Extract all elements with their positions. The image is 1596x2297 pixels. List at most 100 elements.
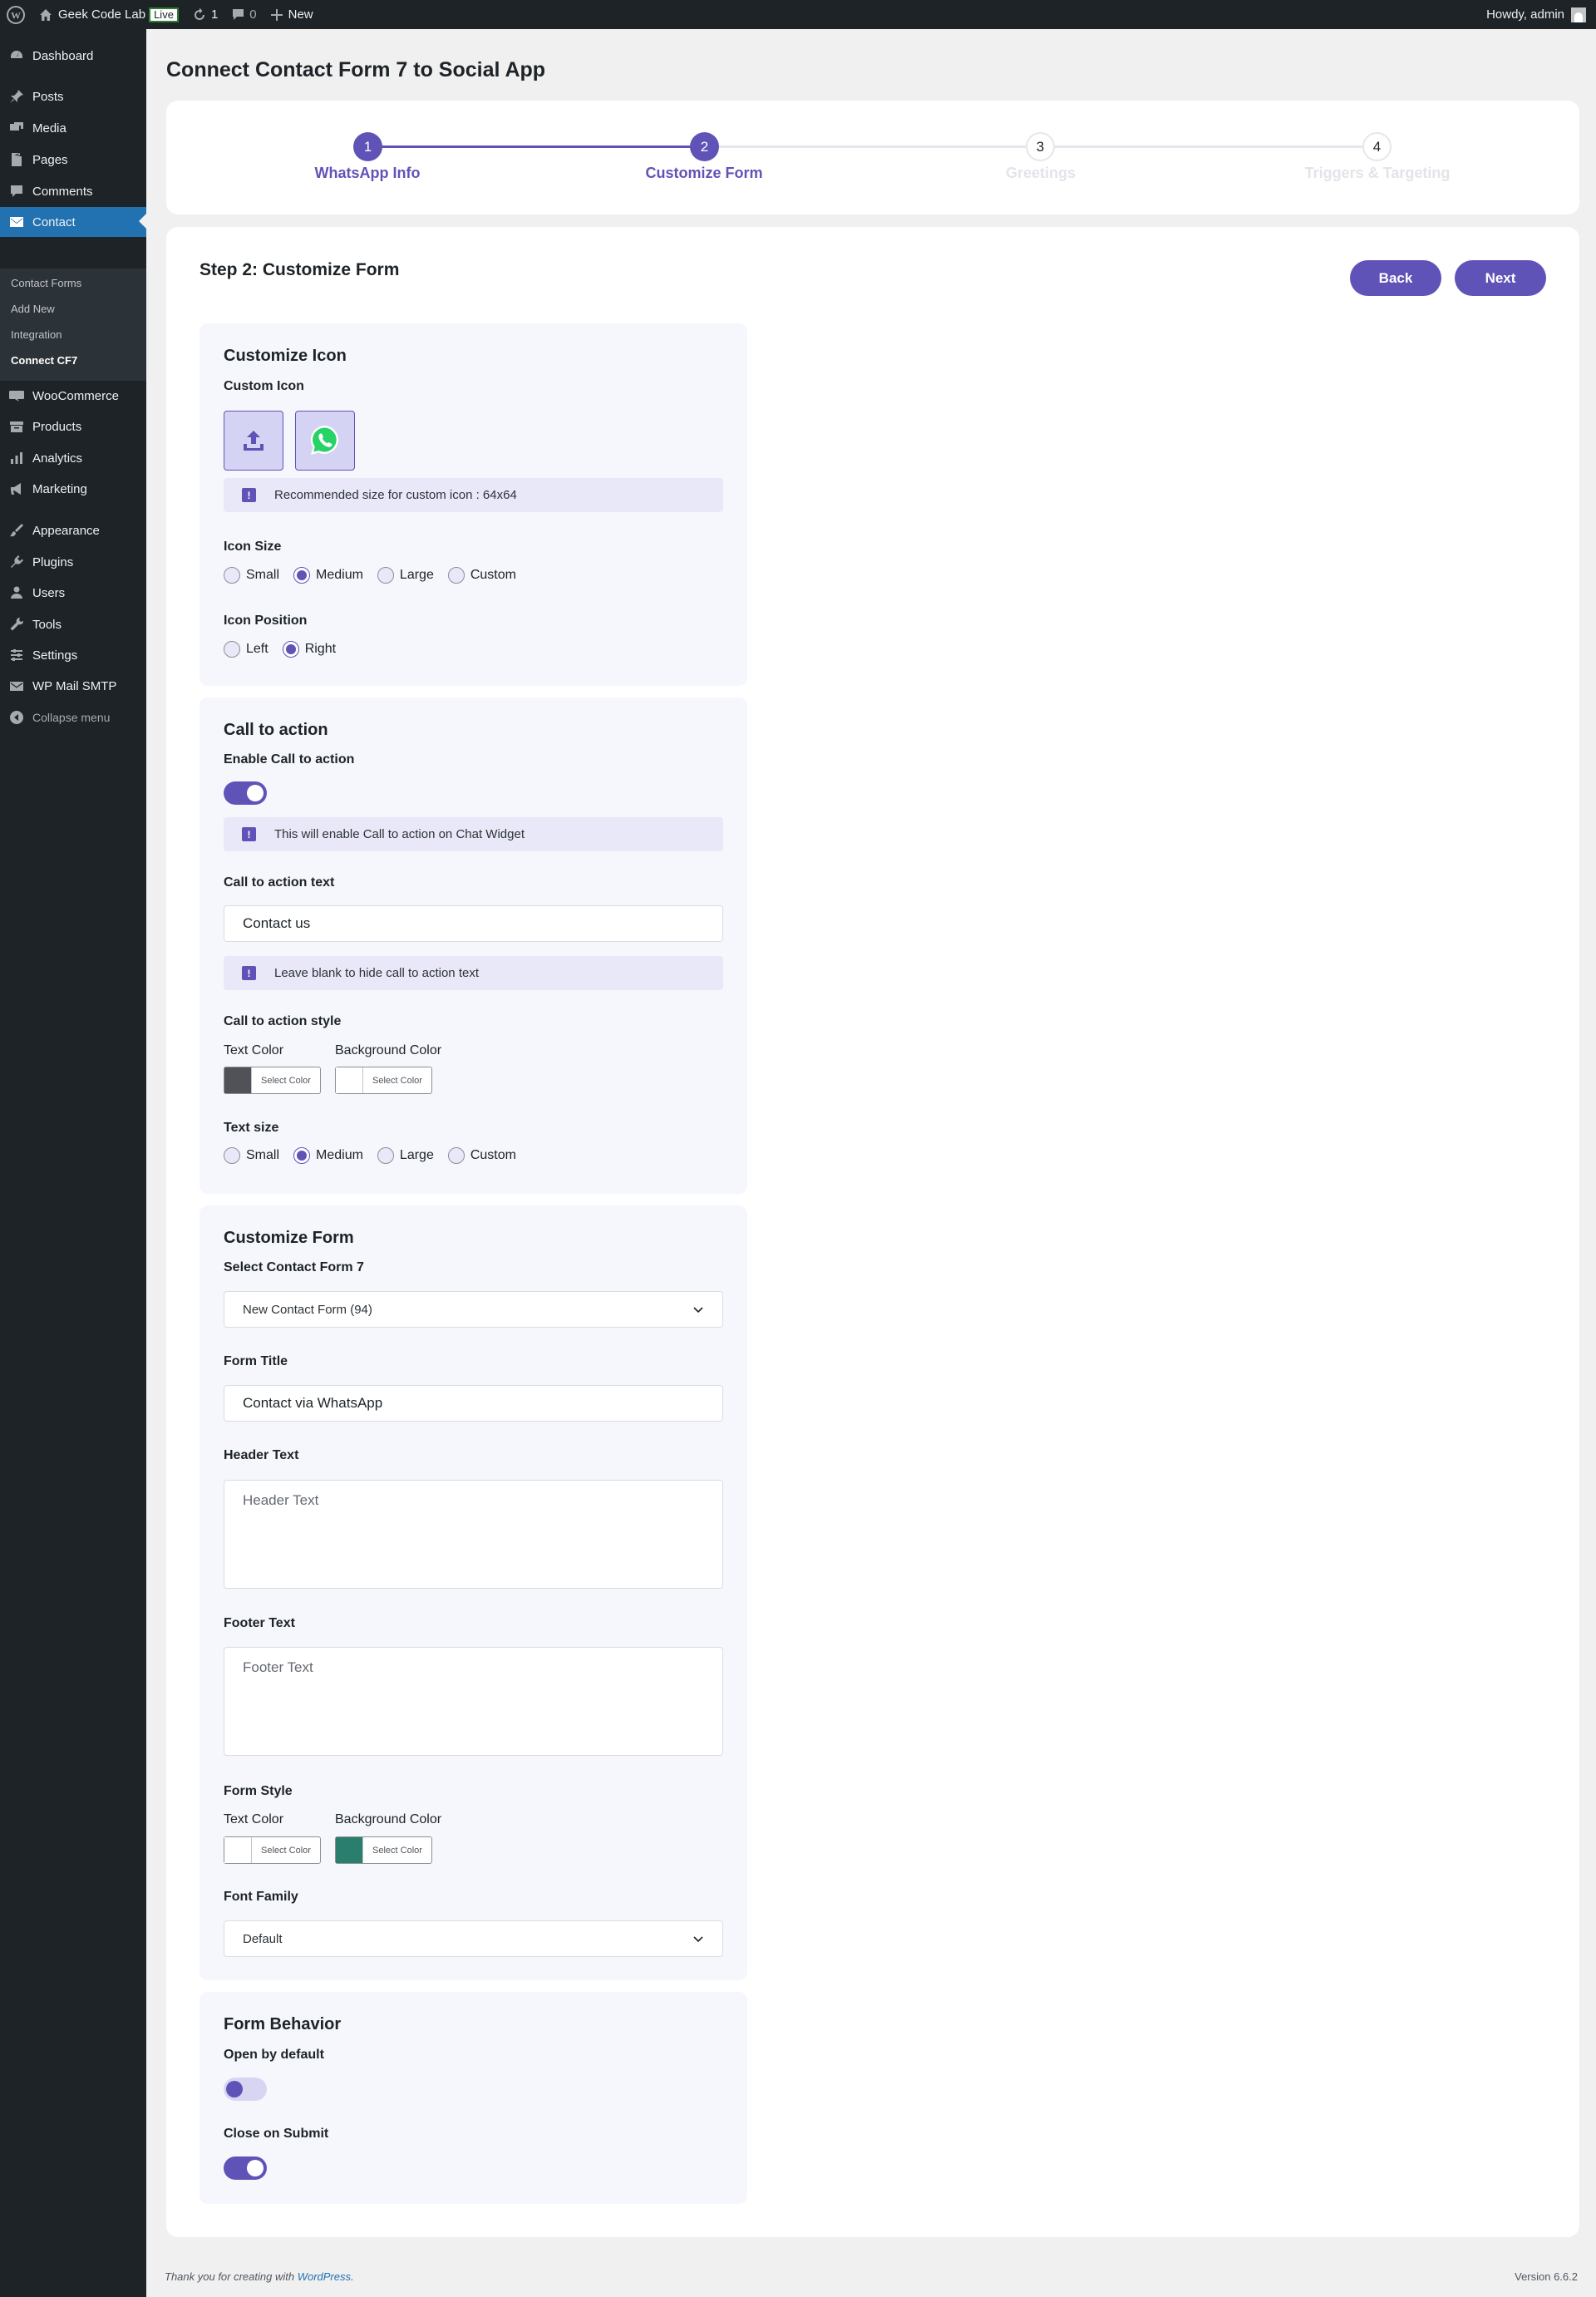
- text-size-custom-radio[interactable]: Custom: [447, 1147, 516, 1164]
- select-color-label: Select Color: [261, 1075, 311, 1086]
- upload-icon-button[interactable]: [224, 411, 283, 471]
- footer-text-textarea[interactable]: [224, 1647, 723, 1756]
- comments-count: 0: [249, 7, 257, 22]
- step-4-circle[interactable]: 4: [1362, 132, 1392, 161]
- cta-text-input[interactable]: [224, 905, 723, 942]
- form-title-input[interactable]: [224, 1385, 723, 1422]
- section-title: Customize Icon: [224, 347, 347, 365]
- icon-size-large-radio[interactable]: Large: [377, 567, 434, 584]
- submenu-integration[interactable]: Integration: [11, 328, 62, 341]
- menu-appearance[interactable]: Appearance: [0, 515, 146, 545]
- greeting: Howdy, admin: [1486, 7, 1564, 22]
- back-button[interactable]: Back: [1350, 260, 1441, 296]
- submenu-contact-forms[interactable]: Contact Forms: [11, 277, 81, 289]
- icon-size-medium-radio[interactable]: Medium: [293, 567, 363, 584]
- field-label: Call to action text: [224, 875, 335, 890]
- step-1-circle[interactable]: 1: [353, 132, 382, 161]
- menu-posts[interactable]: Posts: [0, 81, 146, 111]
- text-size-medium-radio[interactable]: Medium: [293, 1147, 363, 1164]
- my-account[interactable]: Howdy, admin: [1486, 7, 1596, 22]
- section-title: Form Behavior: [224, 2015, 342, 2033]
- header-text-textarea[interactable]: [224, 1480, 723, 1589]
- font-family-select[interactable]: Default: [224, 1920, 723, 1957]
- section-title: Call to action: [224, 721, 328, 739]
- step-3-label[interactable]: Greetings: [933, 165, 1149, 182]
- open-by-default-toggle[interactable]: [224, 2078, 267, 2101]
- menu-products[interactable]: Products: [0, 412, 146, 441]
- step-3-circle[interactable]: 3: [1026, 132, 1055, 161]
- menu-dashboard[interactable]: Dashboard: [0, 41, 146, 71]
- chevron-down-icon: [693, 1307, 703, 1314]
- menu-label: Comments: [32, 184, 93, 199]
- admin-sidebar: Dashboard Posts Media Pages Comments Con…: [0, 29, 146, 2297]
- field-label: Custom Icon: [224, 379, 304, 393]
- collapse-label: Collapse menu: [32, 711, 111, 724]
- menu-label: Dashboard: [32, 48, 94, 63]
- menu-label: Plugins: [32, 555, 74, 569]
- menu-media[interactable]: Media: [0, 113, 146, 143]
- form-behavior-section: Form Behavior Open by default Close on S…: [200, 1992, 747, 2204]
- comment-icon: [233, 9, 244, 20]
- radio-dot: [377, 1147, 394, 1164]
- notice-text: Recommended size for custom icon : 64x64: [274, 488, 517, 502]
- icon-size-small-radio[interactable]: Small: [224, 567, 279, 584]
- form-bg-color-picker[interactable]: Select Color: [335, 1836, 432, 1864]
- color-swatch: [336, 1837, 363, 1863]
- cta-text-color-picker[interactable]: Select Color: [224, 1067, 321, 1094]
- field-label: Enable Call to action: [224, 752, 355, 766]
- radio-label: Large: [399, 1148, 434, 1162]
- radio-label: Custom: [470, 1148, 516, 1162]
- color-swatch: [336, 1067, 363, 1093]
- next-button[interactable]: Next: [1455, 260, 1546, 296]
- svg-text:W: W: [11, 9, 21, 21]
- avatar: [1571, 7, 1586, 22]
- icon-size-custom-radio[interactable]: Custom: [447, 567, 516, 584]
- radio-label: Right: [304, 642, 337, 656]
- icon-position-left-radio[interactable]: Left: [224, 641, 268, 658]
- comments-link[interactable]: 0: [224, 0, 263, 29]
- form-text-color-picker[interactable]: Select Color: [224, 1836, 321, 1864]
- home-icon: [40, 8, 52, 21]
- footer-thanks: Thank you for creating with WordPress.: [165, 2270, 354, 2283]
- menu-comments[interactable]: Comments: [0, 176, 146, 206]
- menu-contact[interactable]: Contact: [0, 207, 146, 237]
- whatsapp-icon-option[interactable]: [295, 411, 355, 471]
- cta-bg-color-picker[interactable]: Select Color: [335, 1067, 432, 1094]
- field-label: Font Family: [224, 1890, 298, 1904]
- menu-woocommerce[interactable]: WooCommerce: [0, 381, 146, 411]
- menu-label: WP Mail SMTP: [32, 678, 117, 693]
- step-4-label[interactable]: Triggers & Targeting: [1269, 165, 1485, 182]
- menu-tools[interactable]: Tools: [0, 609, 146, 639]
- close-on-submit-toggle[interactable]: [224, 2157, 267, 2180]
- field-label: Form Style: [224, 1784, 293, 1798]
- radio-dot: [224, 567, 240, 584]
- step-2-circle[interactable]: 2: [690, 132, 719, 161]
- step-2-label[interactable]: Customize Form: [596, 165, 812, 182]
- step-1-label[interactable]: WhatsApp Info: [259, 165, 475, 182]
- text-size-large-radio[interactable]: Large: [377, 1147, 434, 1164]
- submenu-connect-cf7[interactable]: Connect CF7: [11, 354, 77, 367]
- wordpress-logo-icon[interactable]: W: [0, 0, 32, 29]
- icon-position-right-radio[interactable]: Right: [282, 641, 337, 658]
- menu-wp-mail-smtp[interactable]: WP Mail SMTP: [0, 671, 146, 701]
- menu-settings[interactable]: Settings: [0, 640, 146, 670]
- enable-cta-toggle[interactable]: [224, 781, 267, 805]
- wordpress-link[interactable]: WordPress: [298, 2270, 351, 2283]
- text-size-radio-group: Small Medium Large Custom: [224, 1147, 530, 1164]
- menu-plugins[interactable]: Plugins: [0, 547, 146, 577]
- text-size-small-radio[interactable]: Small: [224, 1147, 279, 1164]
- submenu-add-new[interactable]: Add New: [11, 303, 55, 315]
- menu-analytics[interactable]: Analytics: [0, 443, 146, 473]
- bg-color-label: Background Color: [335, 1043, 442, 1057]
- site-name-link[interactable]: Geek Code Lab Live: [32, 0, 185, 29]
- contact-form-select[interactable]: New Contact Form (94): [224, 1291, 723, 1328]
- envelope-icon: [0, 214, 32, 229]
- menu-marketing[interactable]: Marketing: [0, 474, 146, 504]
- collapse-menu-button[interactable]: Collapse menu: [0, 702, 146, 732]
- new-content-link[interactable]: New: [264, 0, 320, 29]
- menu-pages[interactable]: Pages: [0, 145, 146, 175]
- radio-label: Custom: [470, 568, 516, 582]
- updates-link[interactable]: 1: [185, 0, 224, 29]
- menu-users[interactable]: Users: [0, 578, 146, 608]
- radio-dot: [224, 1147, 240, 1164]
